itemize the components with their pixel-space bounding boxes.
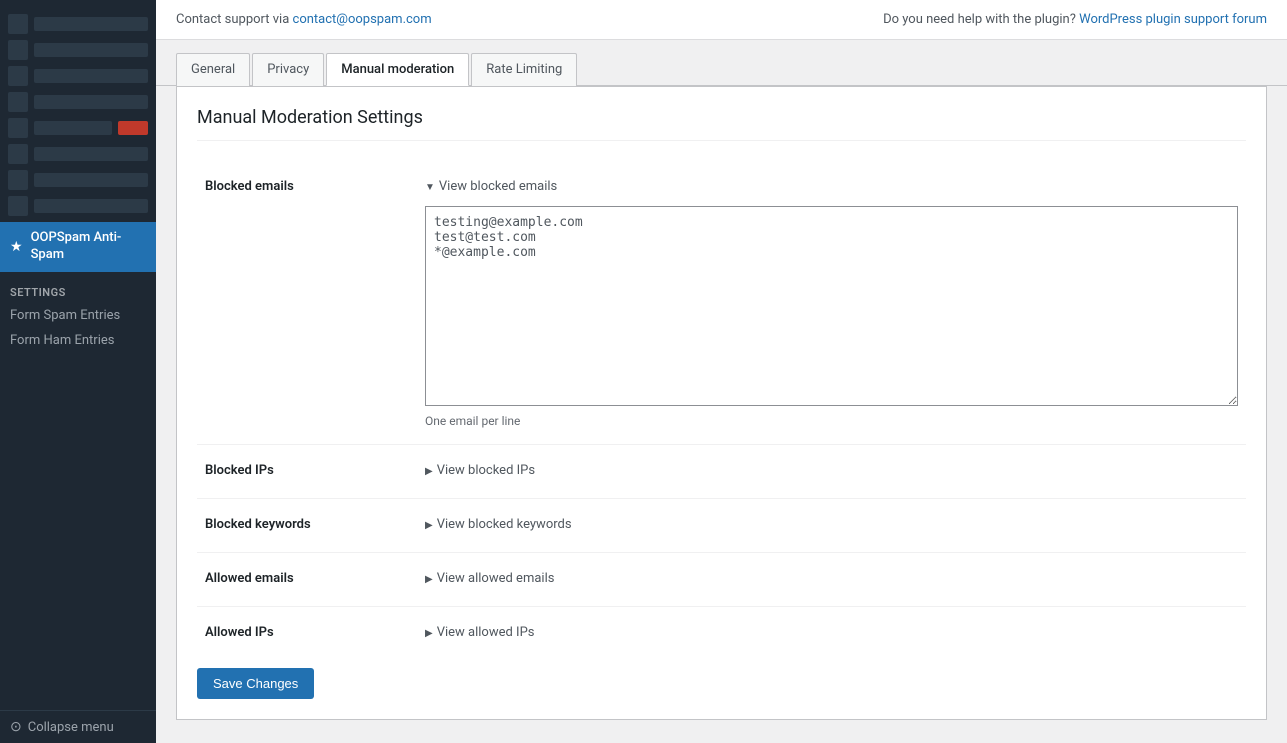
tab-rate-limiting[interactable]: Rate Limiting (471, 53, 577, 86)
star-icon: ★ (10, 239, 23, 255)
arrow-right-icon (425, 463, 433, 478)
tab-manual-moderation[interactable]: Manual moderation (326, 53, 469, 86)
main-content: Contact support via contact@oopspam.com … (156, 0, 1287, 743)
tab-general[interactable]: General (176, 53, 250, 86)
blocked-ips-label: Blocked IPs (197, 445, 417, 499)
blocked-ips-row: Blocked IPs View blocked IPs (197, 445, 1246, 499)
content-area: General Privacy Manual moderation Rate L… (156, 40, 1287, 743)
blocked-ips-summary[interactable]: View blocked IPs (425, 459, 1238, 482)
save-changes-button[interactable]: Save Changes (197, 668, 314, 699)
blocked-emails-textarea[interactable] (425, 206, 1238, 406)
blocked-ips-input-col: View blocked IPs (417, 445, 1246, 499)
blocked-keywords-input-col: View blocked keywords (417, 499, 1246, 553)
sidebar-menu: ★ OOPSpam Anti-Spam Settings Form Spam E… (0, 0, 156, 710)
sidebar-item-oopspam[interactable]: ★ OOPSpam Anti-Spam (0, 222, 156, 272)
circle-icon: ⊙ (10, 719, 22, 735)
contact-email-link[interactable]: contact@oopspam.com (293, 12, 432, 27)
blocked-keywords-summary[interactable]: View blocked keywords (425, 513, 1238, 536)
sidebar-section-title: Settings (0, 276, 156, 303)
allowed-ips-summary[interactable]: View allowed IPs (425, 621, 1238, 644)
blocked-emails-details[interactable]: View blocked emails One email per line (425, 175, 1238, 428)
help-text: Do you need help with the plugin? WordPr… (883, 12, 1267, 27)
allowed-emails-details[interactable]: View allowed emails (425, 567, 1238, 590)
blocked-keywords-row: Blocked keywords View blocked keywords (197, 499, 1246, 553)
allowed-ips-label: Allowed IPs (197, 607, 417, 661)
collapse-label: Collapse menu (28, 720, 114, 735)
allowed-ips-row: Allowed IPs View allowed IPs (197, 607, 1246, 661)
allowed-ips-input-col: View allowed IPs (417, 607, 1246, 661)
blocked-emails-hint: One email per line (425, 414, 1238, 428)
page-title: Manual Moderation Settings (197, 107, 1246, 141)
collapse-menu-button[interactable]: ⊙ Collapse menu (0, 710, 156, 743)
arrow-down-icon (425, 179, 435, 194)
allowed-emails-row: Allowed emails View allowed emails (197, 553, 1246, 607)
tabs-bar: General Privacy Manual moderation Rate L… (156, 40, 1287, 86)
allowed-emails-summary[interactable]: View allowed emails (425, 567, 1238, 590)
blocked-emails-label: Blocked emails (197, 161, 417, 445)
settings-panel: Manual Moderation Settings Blocked email… (176, 86, 1267, 720)
contact-support-text: Contact support via contact@oopspam.com (176, 12, 432, 27)
sidebar: ★ OOPSpam Anti-Spam Settings Form Spam E… (0, 0, 156, 743)
blocked-emails-row: Blocked emails View blocked emails One e… (197, 161, 1246, 445)
plugin-support-link[interactable]: WordPress plugin support forum (1079, 12, 1267, 27)
arrow-right-icon-2 (425, 517, 433, 532)
arrow-right-icon-3 (425, 571, 433, 586)
allowed-ips-details[interactable]: View allowed IPs (425, 621, 1238, 644)
settings-table: Blocked emails View blocked emails One e… (197, 161, 1246, 660)
blocked-keywords-details[interactable]: View blocked keywords (425, 513, 1238, 536)
arrow-right-icon-4 (425, 625, 433, 640)
top-bar: Contact support via contact@oopspam.com … (156, 0, 1287, 40)
blocked-ips-details[interactable]: View blocked IPs (425, 459, 1238, 482)
allowed-emails-input-col: View allowed emails (417, 553, 1246, 607)
tab-privacy[interactable]: Privacy (252, 53, 324, 86)
sidebar-item-label: OOPSpam Anti-Spam (31, 230, 146, 264)
blocked-emails-summary[interactable]: View blocked emails (425, 175, 1238, 198)
sidebar-link-spam-entries[interactable]: Form Spam Entries (0, 303, 156, 328)
allowed-emails-label: Allowed emails (197, 553, 417, 607)
blocked-keywords-label: Blocked keywords (197, 499, 417, 553)
blocked-emails-input-col: View blocked emails One email per line (417, 161, 1246, 445)
sidebar-link-ham-entries[interactable]: Form Ham Entries (0, 328, 156, 353)
